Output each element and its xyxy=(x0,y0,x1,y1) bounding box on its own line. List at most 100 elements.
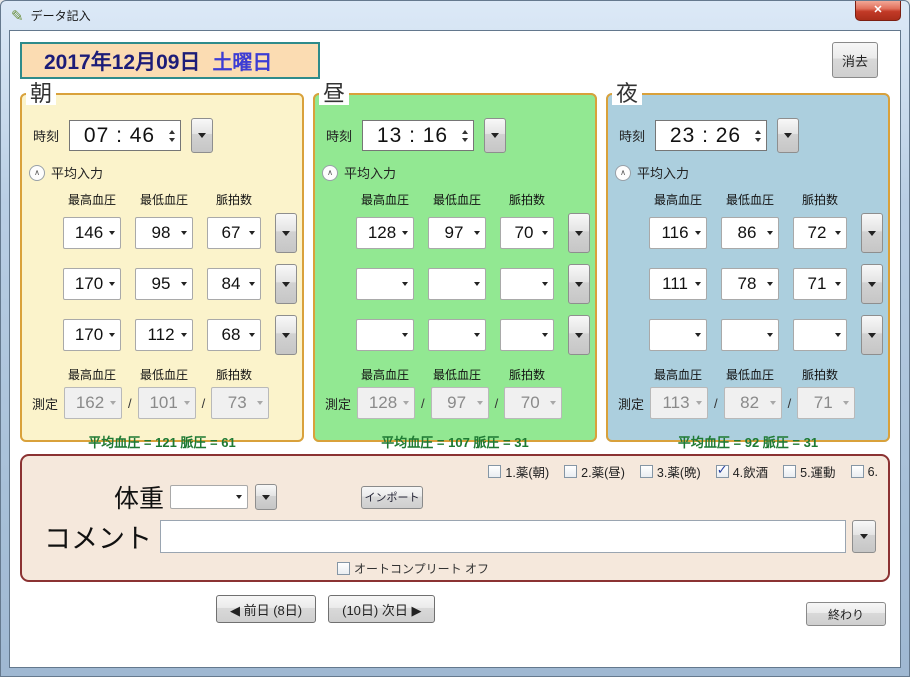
row-dropdown-button[interactable] xyxy=(568,264,590,304)
chevron-up-circle-icon[interactable]: ∧ xyxy=(322,165,338,181)
sys-combo[interactable]: 116 xyxy=(649,217,707,249)
dia-combo[interactable]: 78 xyxy=(721,268,779,300)
checkbox-alcohol[interactable]: ✓ 4.飲酒 xyxy=(716,462,768,481)
columns-header: 最高血圧 最低血圧 脈拍数 xyxy=(649,191,881,208)
pulse-combo[interactable]: 84 xyxy=(207,268,261,300)
dia-combo[interactable] xyxy=(428,268,486,300)
chevron-down-icon xyxy=(695,333,701,337)
row-dropdown-button[interactable] xyxy=(275,213,297,253)
col-sys-label: 最高血圧 xyxy=(63,191,121,208)
spin-down-icon[interactable] xyxy=(169,138,175,142)
spin-down-icon[interactable] xyxy=(462,138,468,142)
row-dropdown-button[interactable] xyxy=(861,264,883,304)
spin-down-icon[interactable] xyxy=(755,138,761,142)
time-spinner[interactable] xyxy=(166,130,177,142)
row-dropdown-button[interactable] xyxy=(275,315,297,355)
checkbox-box[interactable]: ✓ xyxy=(337,562,350,575)
measured-pulse: 70 xyxy=(504,387,562,419)
checkbox-med-noon[interactable]: ✓ 2.薬(昼) xyxy=(564,462,625,481)
sys-combo[interactable]: 170 xyxy=(63,319,121,351)
spin-up-icon[interactable] xyxy=(169,130,175,134)
checkbox-med-morning[interactable]: ✓ 1.薬(朝) xyxy=(488,462,549,481)
weight-combo[interactable] xyxy=(170,485,248,509)
import-button[interactable]: インポート xyxy=(361,486,423,509)
dia-combo[interactable]: 97 xyxy=(428,217,486,249)
sys-combo[interactable]: 146 xyxy=(63,217,121,249)
pulse-combo[interactable]: 72 xyxy=(793,217,847,249)
dia-combo[interactable]: 98 xyxy=(135,217,193,249)
time-dropdown-button[interactable] xyxy=(484,118,506,153)
measurement-row xyxy=(649,315,881,355)
close-button[interactable]: ✕ xyxy=(855,1,901,21)
sys-combo[interactable]: 128 xyxy=(356,217,414,249)
measured-sys: 162 xyxy=(64,387,122,419)
autocomplete-checkbox[interactable]: ✓ オートコンプリート オフ xyxy=(337,560,489,577)
clear-button[interactable]: 消去 xyxy=(832,42,878,78)
dia-combo[interactable] xyxy=(721,319,779,351)
time-dropdown-button[interactable] xyxy=(191,118,213,153)
checkbox-box[interactable]: ✓ xyxy=(640,465,653,478)
measurement-row: 146 98 67 xyxy=(63,213,295,253)
sys-combo[interactable]: 170 xyxy=(63,268,121,300)
checkbox-box[interactable]: ✓ xyxy=(851,465,864,478)
sys-combo[interactable]: 111 xyxy=(649,268,707,300)
row-dropdown-button[interactable] xyxy=(568,213,590,253)
avg-input-toggle[interactable]: ∧ 平均入力 xyxy=(322,163,588,182)
dia-combo[interactable] xyxy=(428,319,486,351)
dia-combo[interactable]: 95 xyxy=(135,268,193,300)
end-button[interactable]: 終わり xyxy=(806,602,886,626)
comment-dropdown-button[interactable] xyxy=(852,520,876,553)
time-input[interactable]: 07 : 46 xyxy=(69,120,181,151)
row-dropdown-button[interactable] xyxy=(861,315,883,355)
time-spinner[interactable] xyxy=(752,130,763,142)
sys-combo[interactable] xyxy=(356,268,414,300)
spin-up-icon[interactable] xyxy=(462,130,468,134)
measure-label: 測定 xyxy=(32,394,58,413)
row-dropdown-button[interactable] xyxy=(861,213,883,253)
pulse-combo[interactable]: 71 xyxy=(793,268,847,300)
pulse-combo[interactable]: 68 xyxy=(207,319,261,351)
sys-combo[interactable] xyxy=(649,319,707,351)
checkbox-exercise[interactable]: ✓ 5.運動 xyxy=(783,462,835,481)
pulse-combo[interactable]: 67 xyxy=(207,217,261,249)
time-spinner[interactable] xyxy=(459,130,470,142)
time-dropdown-button[interactable] xyxy=(777,118,799,153)
measured-average-row: 測定 113 / 82 / 71 xyxy=(615,387,881,419)
checkbox-box[interactable]: ✓ xyxy=(783,465,796,478)
time-input[interactable]: 23 : 26 xyxy=(655,120,767,151)
client-area: 2017年12月09日 土曜日 消去 朝 時刻 07 : 46 xyxy=(9,30,901,668)
pulse-combo[interactable] xyxy=(500,268,554,300)
row-dropdown-button[interactable] xyxy=(275,264,297,304)
measure-label: 測定 xyxy=(618,394,644,413)
measured-dia: 97 xyxy=(431,387,489,419)
comment-input[interactable] xyxy=(160,520,846,553)
prev-day-button[interactable]: ◀ 前日 (8日) xyxy=(216,595,316,623)
weight-dropdown-button[interactable] xyxy=(255,484,277,510)
dia-combo[interactable]: 112 xyxy=(135,319,193,351)
chevron-down-icon xyxy=(109,231,115,235)
time-input[interactable]: 13 : 16 xyxy=(362,120,474,151)
sys-combo[interactable] xyxy=(356,319,414,351)
time-value: 07 : 46 xyxy=(73,124,166,148)
weight-label: 体重 xyxy=(114,479,164,515)
pulse-combo[interactable]: 70 xyxy=(500,217,554,249)
checkbox-box[interactable]: ✓ xyxy=(488,465,501,478)
next-day-button[interactable]: (10日) 次日 ▶ xyxy=(328,595,435,623)
checkbox-6[interactable]: ✓ 6. xyxy=(851,465,878,479)
pulse-combo[interactable] xyxy=(793,319,847,351)
comment-row: コメント xyxy=(32,517,878,556)
dia-combo[interactable]: 86 xyxy=(721,217,779,249)
measure-label: 測定 xyxy=(325,394,351,413)
chevron-down-icon xyxy=(110,401,116,405)
checkbox-box[interactable]: ✓ xyxy=(716,465,729,478)
time-label: 時刻 xyxy=(33,126,59,145)
row-dropdown-button[interactable] xyxy=(568,315,590,355)
spin-up-icon[interactable] xyxy=(755,130,761,134)
avg-input-toggle[interactable]: ∧ 平均入力 xyxy=(615,163,881,182)
pulse-combo[interactable] xyxy=(500,319,554,351)
chevron-up-circle-icon[interactable]: ∧ xyxy=(29,165,45,181)
avg-input-toggle[interactable]: ∧ 平均入力 xyxy=(29,163,295,182)
checkbox-box[interactable]: ✓ xyxy=(564,465,577,478)
checkbox-med-evening[interactable]: ✓ 3.薬(晩) xyxy=(640,462,701,481)
chevron-up-circle-icon[interactable]: ∧ xyxy=(615,165,631,181)
